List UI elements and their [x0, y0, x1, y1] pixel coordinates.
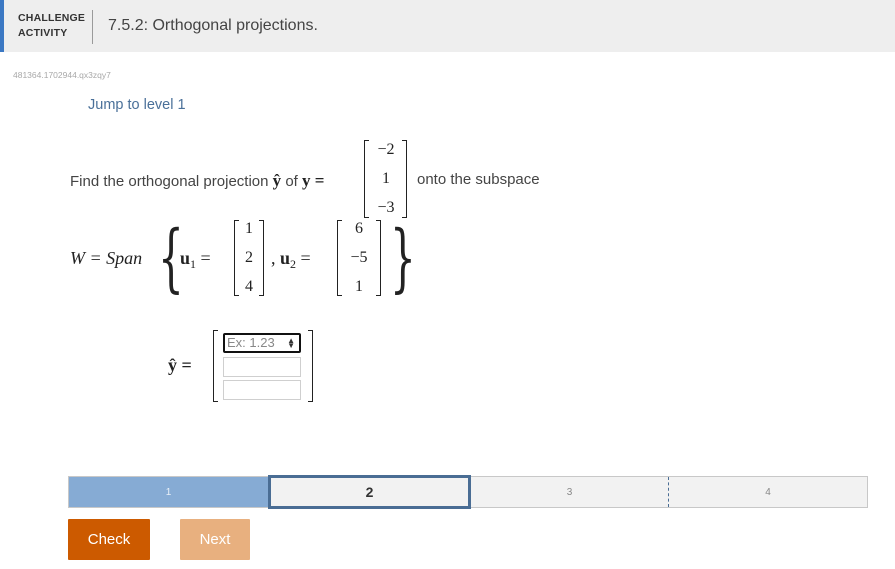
u1-vector-entry: 1: [245, 220, 253, 237]
w-equals-span: W = Span: [70, 248, 142, 269]
answer-label: ŷ =: [168, 355, 192, 376]
u1-vector-entry: 2: [245, 249, 253, 266]
tag-line-2: ACTIVITY: [18, 27, 68, 39]
u1-label: u1 =: [180, 248, 211, 271]
u1-right-bracket: [259, 220, 264, 296]
problem-of: of: [285, 173, 298, 190]
activity-type-tag: CHALLENGE ACTIVITY: [18, 11, 85, 41]
u2-equals: =: [300, 248, 311, 268]
u1-vector-entry: 4: [245, 278, 253, 295]
answer-input-3[interactable]: [223, 380, 301, 400]
y-equals: y =: [302, 171, 325, 190]
u2-subscript: 2: [290, 257, 297, 271]
problem-seed: 481364.1702944.qx3zqy7: [13, 70, 111, 80]
u1-vector: 1 2 4: [238, 220, 260, 296]
u2-vector-entry: 1: [355, 278, 363, 295]
activity-title: 7.5.2: Orthogonal projections.: [108, 17, 318, 34]
level-2-segment-current[interactable]: 2: [268, 475, 471, 509]
u2-vector-entry: −5: [350, 249, 368, 266]
answer-input-2[interactable]: [223, 357, 301, 377]
answer-right-bracket: [308, 330, 313, 402]
check-button[interactable]: Check: [68, 519, 150, 560]
y-vector: −2 1 −3: [369, 141, 403, 217]
level-4-segment: 4: [668, 477, 867, 507]
answer-input-1[interactable]: Ex: 1.23 ▲ ▼: [223, 333, 301, 353]
vector-comma: ,: [271, 248, 276, 268]
y-vector-right-bracket: [402, 140, 407, 218]
level-1-segment[interactable]: 1: [69, 477, 268, 507]
answer-left-bracket: [213, 330, 218, 402]
next-button[interactable]: Next: [180, 519, 250, 560]
jump-to-level-link[interactable]: Jump to level 1: [88, 97, 186, 113]
y-vector-entry: 1: [382, 170, 390, 187]
spinner-icon[interactable]: ▲ ▼: [287, 337, 295, 350]
problem-statement: Find the orthogonal projection ŷ of y =: [70, 171, 324, 191]
u2-symbol: u: [280, 248, 291, 268]
answer-placeholder: Ex: 1.23: [227, 335, 275, 350]
u1-symbol: u: [180, 248, 191, 268]
y-hat-symbol: ŷ: [272, 171, 282, 190]
level-progress-bar: 1 3 4 2: [68, 475, 868, 509]
level-3-segment: 3: [566, 486, 573, 498]
w-span-label: W = Span: [70, 248, 143, 268]
u2-right-bracket: [376, 220, 381, 296]
tag-line-1: CHALLENGE: [18, 12, 86, 24]
u1-subscript: 1: [190, 257, 197, 271]
u2-label: , u2 =: [271, 248, 311, 271]
header-divider: [92, 10, 93, 44]
onto-subspace-text: onto the subspace: [417, 171, 540, 188]
u1-equals: =: [200, 248, 211, 268]
u2-vector: 6 −5 1: [342, 220, 376, 296]
u2-vector-entry: 6: [355, 220, 363, 237]
y-vector-entry: −2: [377, 141, 395, 158]
period: .: [403, 252, 407, 267]
y-hat-equals: ŷ =: [168, 355, 192, 375]
activity-header: CHALLENGE ACTIVITY 7.5.2: Orthogonal pro…: [0, 0, 895, 52]
problem-prefix: Find the orthogonal projection: [70, 173, 269, 190]
